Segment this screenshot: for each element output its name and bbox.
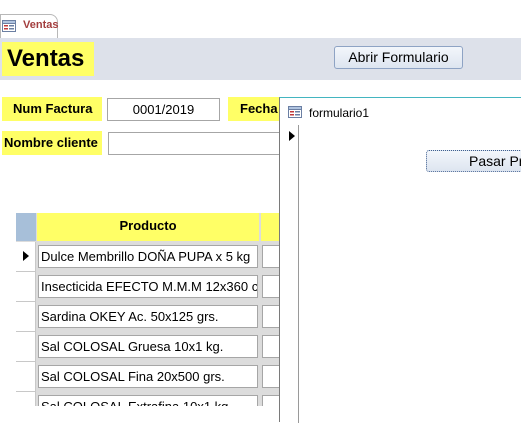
table-row: Insecticida EFECTO M.M.M 12x360 c — [16, 272, 286, 302]
popup-window: formulario1 Pasar Pro — [279, 97, 521, 423]
current-record-arrow-icon — [23, 251, 29, 261]
document-tab-strip: Ventas — [0, 0, 521, 38]
current-record-arrow-icon — [289, 131, 295, 141]
popup-title: formulario1 — [309, 106, 370, 120]
producto-cell[interactable]: Sal COLOSAL Extrafina 10x1 kg. — [38, 395, 258, 406]
page-title: Ventas — [2, 42, 94, 76]
table-row: Sardina OKEY Ac. 50x125 grs. — [16, 302, 286, 332]
producto-cell[interactable]: Dulce Membrillo DOÑA PUPA x 5 kg — [38, 245, 258, 268]
products-subform: Producto Dulce Membrillo DOÑA PUPA x 5 k… — [16, 213, 286, 406]
table-row: Sal COLOSAL Gruesa 10x1 kg. — [16, 332, 286, 362]
record-selector[interactable] — [16, 332, 36, 362]
popup-titlebar[interactable]: formulario1 — [280, 98, 521, 125]
num-factura-label: Num Factura — [2, 97, 102, 121]
nombre-cliente-field[interactable] — [108, 132, 288, 155]
tab-ventas[interactable]: Ventas — [0, 14, 58, 38]
nombre-cliente-label: Nombre cliente — [2, 131, 102, 155]
tab-label: Ventas — [23, 19, 59, 31]
producto-cell[interactable]: Sardina OKEY Ac. 50x125 grs. — [38, 305, 258, 328]
form-icon — [288, 106, 302, 118]
pasar-producto-button[interactable]: Pasar Pro — [426, 150, 521, 172]
record-selector[interactable] — [16, 242, 36, 272]
table-row: Sal COLOSAL Fina 20x500 grs. — [16, 362, 286, 392]
record-selector[interactable] — [16, 392, 36, 406]
num-factura-field[interactable]: 0001/2019 — [107, 98, 220, 121]
table-row: Sal COLOSAL Extrafina 10x1 kg. — [16, 392, 286, 406]
record-selector[interactable] — [16, 362, 36, 392]
form-icon — [2, 20, 16, 32]
record-selector-header[interactable] — [16, 213, 36, 241]
producto-cell[interactable]: Insecticida EFECTO M.M.M 12x360 c — [38, 275, 258, 298]
record-selector[interactable] — [16, 272, 36, 302]
producto-cell[interactable]: Sal COLOSAL Fina 20x500 grs. — [38, 365, 258, 388]
producto-cell[interactable]: Sal COLOSAL Gruesa 10x1 kg. — [38, 335, 258, 358]
open-form-button[interactable]: Abrir Formulario — [334, 46, 463, 69]
table-row: Dulce Membrillo DOÑA PUPA x 5 kg — [16, 242, 286, 272]
form-header: Ventas Abrir Formulario — [0, 38, 521, 80]
record-selector[interactable] — [16, 302, 36, 332]
fecha-label: Fecha — [228, 97, 280, 121]
record-selector-divider — [298, 125, 299, 423]
column-header-producto: Producto — [37, 213, 259, 241]
